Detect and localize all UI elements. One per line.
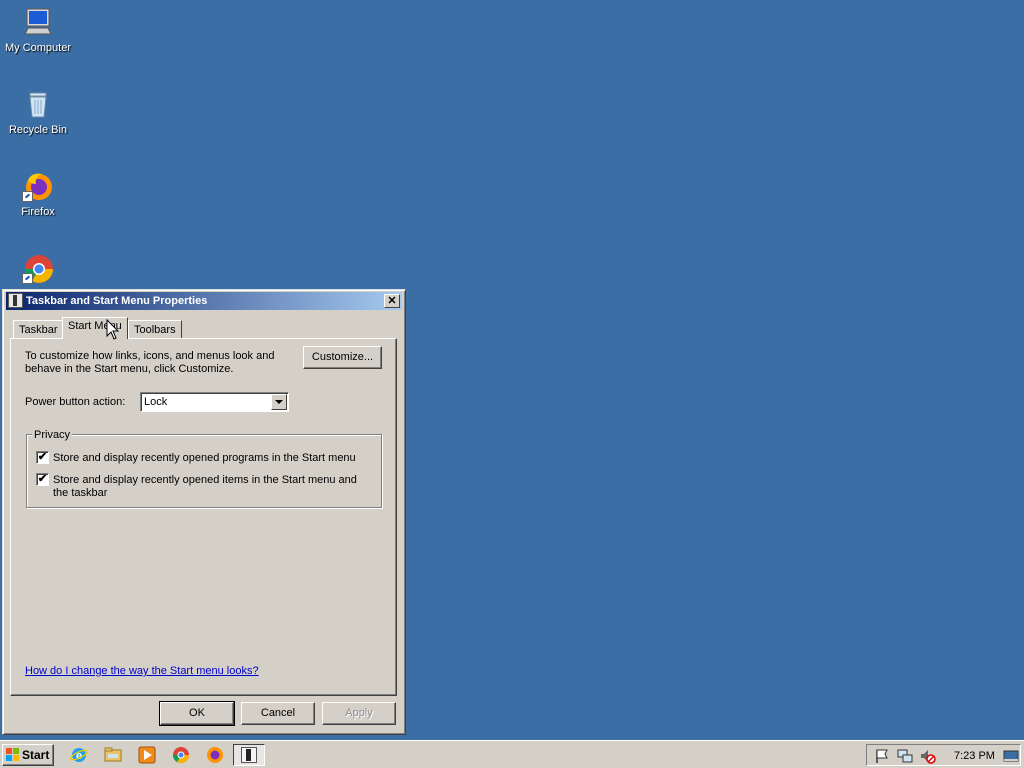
mouse-cursor-icon	[106, 319, 120, 340]
tab-toolbars[interactable]: Toolbars	[128, 320, 182, 339]
desktop-icon-recycle-bin[interactable]: Recycle Bin	[0, 88, 76, 136]
desktop-icon-label: Recycle Bin	[8, 124, 68, 136]
privacy-legend: Privacy	[32, 429, 73, 441]
customize-description-line2: behave in the Start menu, click Customiz…	[25, 363, 234, 375]
tab-taskbar[interactable]: Taskbar	[13, 320, 64, 339]
dialog-titlebar[interactable]: Taskbar and Start Menu Properties ✕	[6, 292, 402, 310]
ok-button[interactable]: OK	[159, 701, 235, 726]
recent-programs-label: Store and display recently opened progra…	[53, 452, 356, 464]
recent-items-checkbox[interactable]: ✔	[36, 473, 49, 486]
internet-explorer-icon[interactable]: e	[70, 746, 88, 764]
close-button[interactable]: ✕	[384, 294, 400, 308]
desktop-icon-label: My Computer	[4, 42, 72, 54]
taskbar: Start e 7:23 PM	[0, 740, 1024, 768]
taskbar-properties-icon	[241, 747, 257, 763]
show-desktop-icon[interactable]	[1003, 748, 1019, 764]
recycle-bin-icon	[22, 88, 54, 120]
apply-button[interactable]: Apply	[322, 702, 396, 725]
file-explorer-icon[interactable]	[104, 746, 122, 764]
volume-muted-icon[interactable]	[920, 748, 936, 764]
action-center-flag-icon[interactable]	[874, 748, 890, 764]
power-button-action-value: Lock	[144, 396, 168, 408]
desktop-icon-my-computer[interactable]: My Computer	[0, 6, 76, 54]
taskbar-item-taskbar-properties[interactable]	[233, 744, 265, 766]
chevron-down-icon[interactable]	[271, 394, 287, 410]
power-button-action-label: Power button action:	[25, 396, 126, 408]
windows-flag-icon	[6, 748, 19, 761]
computer-icon	[22, 6, 54, 38]
desktop-icon-firefox[interactable]: Firefox	[0, 170, 76, 218]
recent-items-label-line1: Store and display recently opened items …	[53, 474, 357, 486]
chrome-icon	[22, 252, 54, 284]
media-player-icon[interactable]	[138, 746, 156, 764]
customize-button[interactable]: Customize...	[303, 346, 382, 369]
firefox-icon	[22, 170, 54, 202]
cancel-button[interactable]: Cancel	[241, 702, 315, 725]
firefox-icon[interactable]	[206, 746, 224, 764]
shortcut-arrow-icon	[22, 273, 33, 284]
recent-programs-checkbox[interactable]: ✔	[36, 451, 49, 464]
chrome-icon[interactable]	[172, 746, 190, 764]
desktop-icon-label: Firefox	[21, 206, 55, 218]
taskbar-properties-icon	[8, 293, 23, 308]
recent-items-label-line2: the taskbar	[53, 487, 108, 499]
clock[interactable]: 7:23 PM	[954, 750, 995, 762]
dialog-title: Taskbar and Start Menu Properties	[26, 295, 208, 307]
power-button-action-select[interactable]: Lock	[140, 392, 289, 412]
system-tray: 7:23 PM	[866, 744, 1021, 766]
customize-description-line1: To customize how links, icons, and menus…	[25, 350, 275, 362]
desktop-icon-chrome[interactable]	[0, 252, 76, 288]
network-icon[interactable]	[897, 748, 913, 764]
start-button[interactable]: Start	[2, 744, 54, 766]
start-label: Start	[22, 748, 50, 762]
start-menu-help-link[interactable]: How do I change the way the Start menu l…	[25, 665, 259, 678]
shortcut-arrow-icon	[22, 191, 33, 202]
